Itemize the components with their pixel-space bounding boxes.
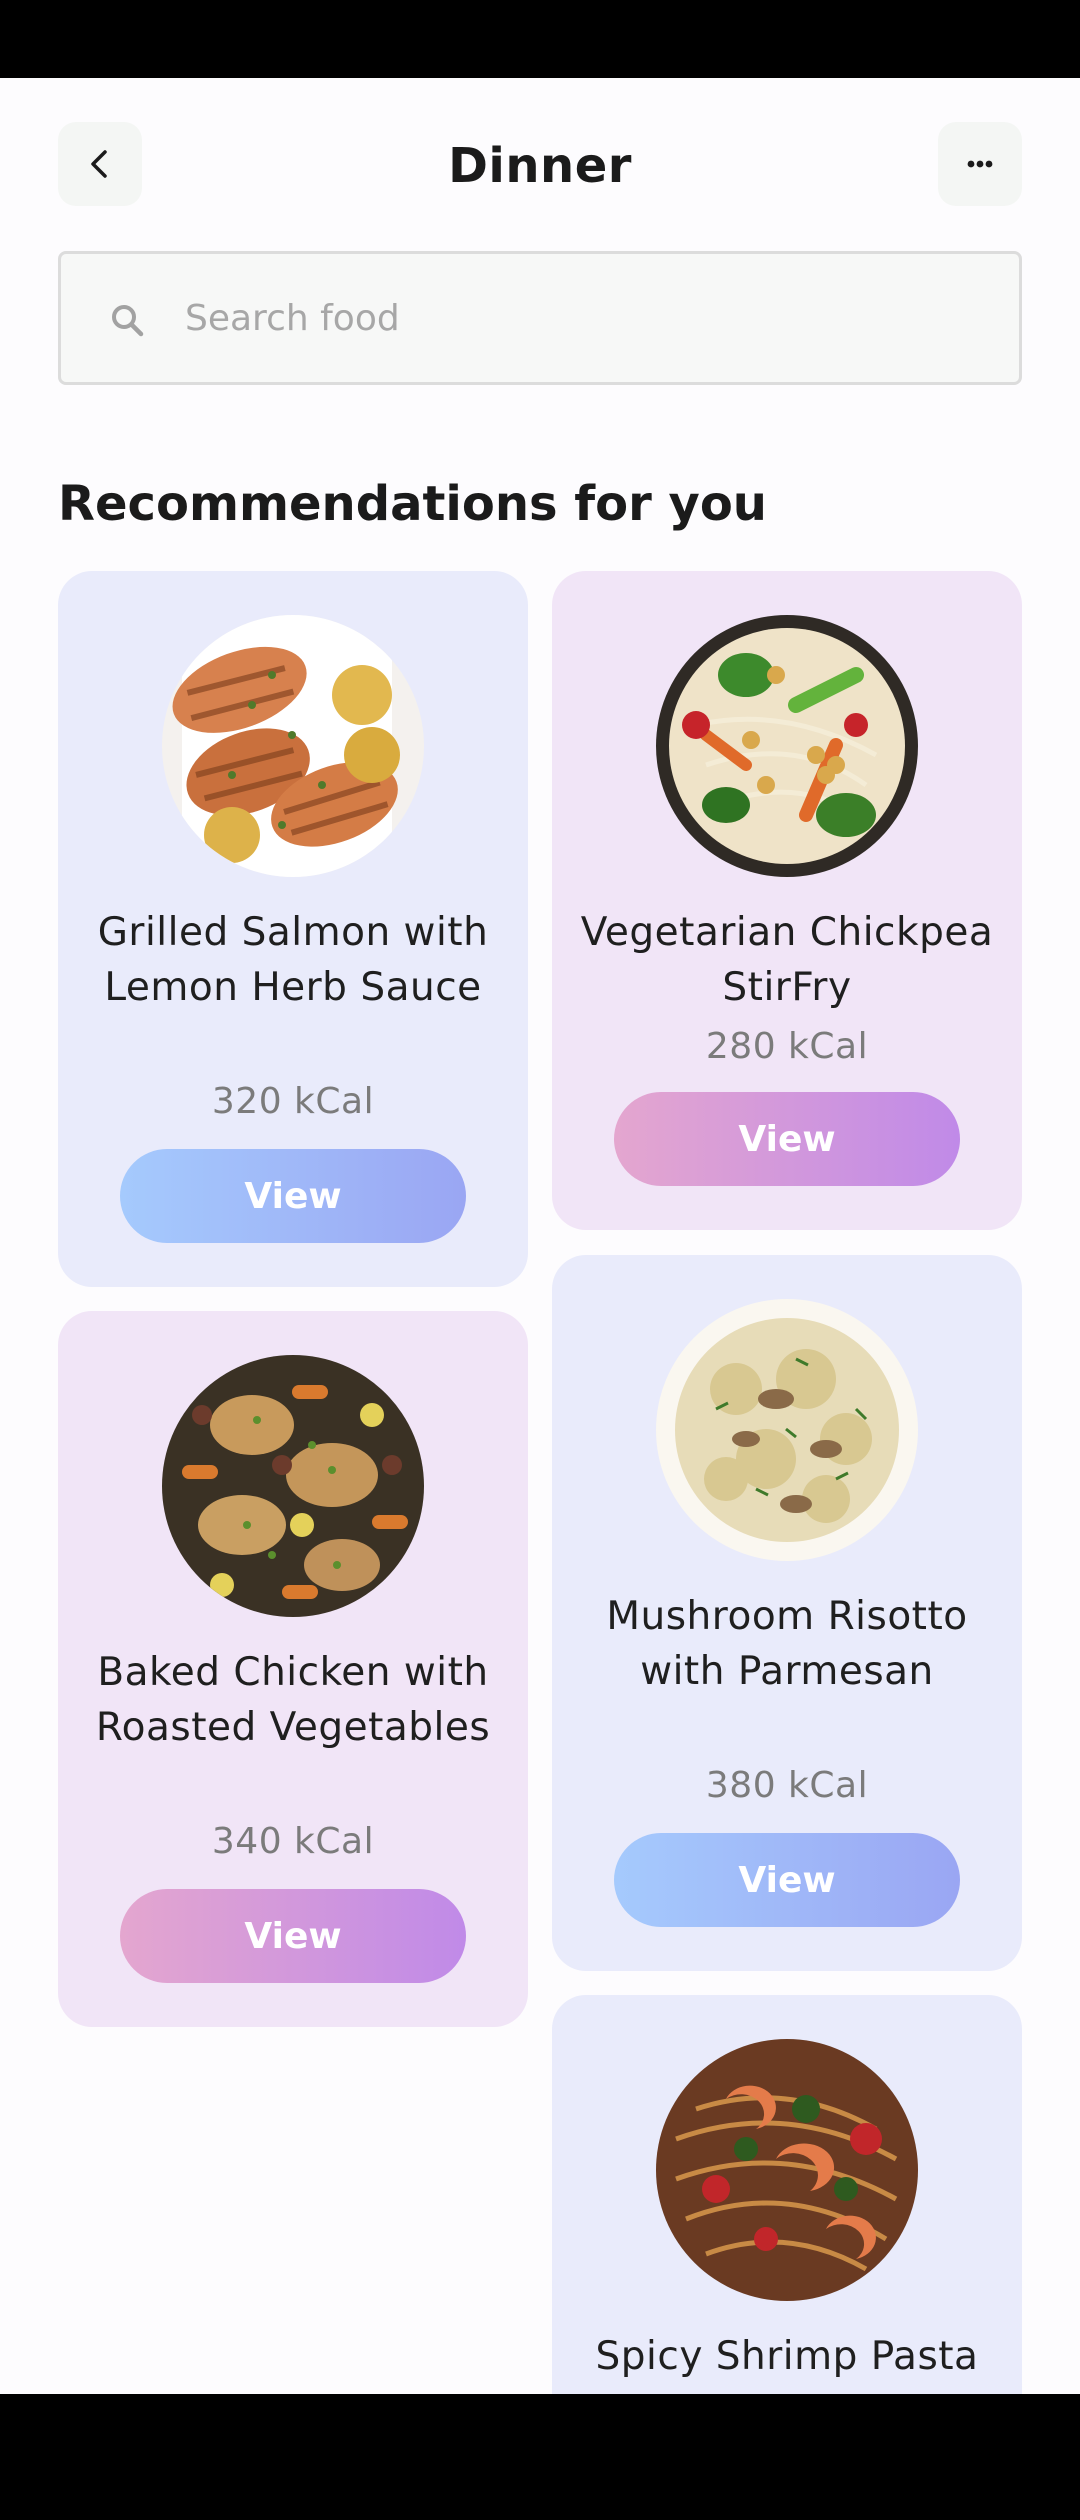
dinner-screen: Dinner Recommendations for you bbox=[0, 78, 1080, 2394]
view-button[interactable]: View bbox=[120, 1149, 466, 1243]
food-card[interactable]: Grilled Salmon with Lemon Herb Sauce 320… bbox=[58, 571, 528, 1287]
food-name: Spicy Shrimp Pasta bbox=[595, 2334, 979, 2379]
food-card[interactable]: Mushroom Risotto with Parmesan 380 kCal … bbox=[552, 1255, 1022, 1971]
section-title: Recommendations for you bbox=[58, 476, 767, 532]
food-name: Mushroom Risotto with Parmesan bbox=[606, 1594, 968, 1694]
food-image-chickpea-stirfry bbox=[656, 615, 918, 877]
status-bar bbox=[0, 0, 1080, 78]
search-bar[interactable] bbox=[58, 251, 1022, 385]
food-kcal: 340 kCal bbox=[211, 1821, 375, 1862]
header: Dinner bbox=[0, 78, 1080, 248]
food-kcal: 280 kCal bbox=[705, 1026, 869, 1067]
food-image-baked-chicken bbox=[162, 1355, 424, 1617]
search-icon bbox=[112, 305, 144, 337]
food-image-grilled-salmon bbox=[162, 615, 424, 877]
food-kcal: 380 kCal bbox=[705, 1765, 869, 1806]
page-title: Dinner bbox=[448, 138, 632, 194]
food-name: Vegetarian Chickpea StirFry bbox=[580, 910, 994, 1010]
food-card[interactable]: Baked Chicken with Roasted Vegetables 34… bbox=[58, 1311, 528, 2027]
search-input[interactable] bbox=[185, 284, 985, 352]
food-card[interactable]: Vegetarian Chickpea StirFry 280 kCal Vie… bbox=[552, 571, 1022, 1230]
food-kcal: 320 kCal bbox=[211, 1081, 375, 1122]
navigation-bar bbox=[0, 2394, 1080, 2520]
food-card[interactable]: Spicy Shrimp Pasta bbox=[552, 1995, 1022, 2394]
more-options-button[interactable] bbox=[938, 122, 1022, 206]
view-button[interactable]: View bbox=[614, 1833, 960, 1927]
food-image-shrimp-pasta bbox=[656, 2039, 918, 2301]
food-image-mushroom-risotto bbox=[656, 1299, 918, 1561]
view-button[interactable]: View bbox=[614, 1092, 960, 1186]
view-button[interactable]: View bbox=[120, 1889, 466, 1983]
food-name: Baked Chicken with Roasted Vegetables bbox=[95, 1650, 491, 1750]
more-horizontal-icon bbox=[967, 160, 993, 168]
food-name: Grilled Salmon with Lemon Herb Sauce bbox=[97, 910, 489, 1010]
